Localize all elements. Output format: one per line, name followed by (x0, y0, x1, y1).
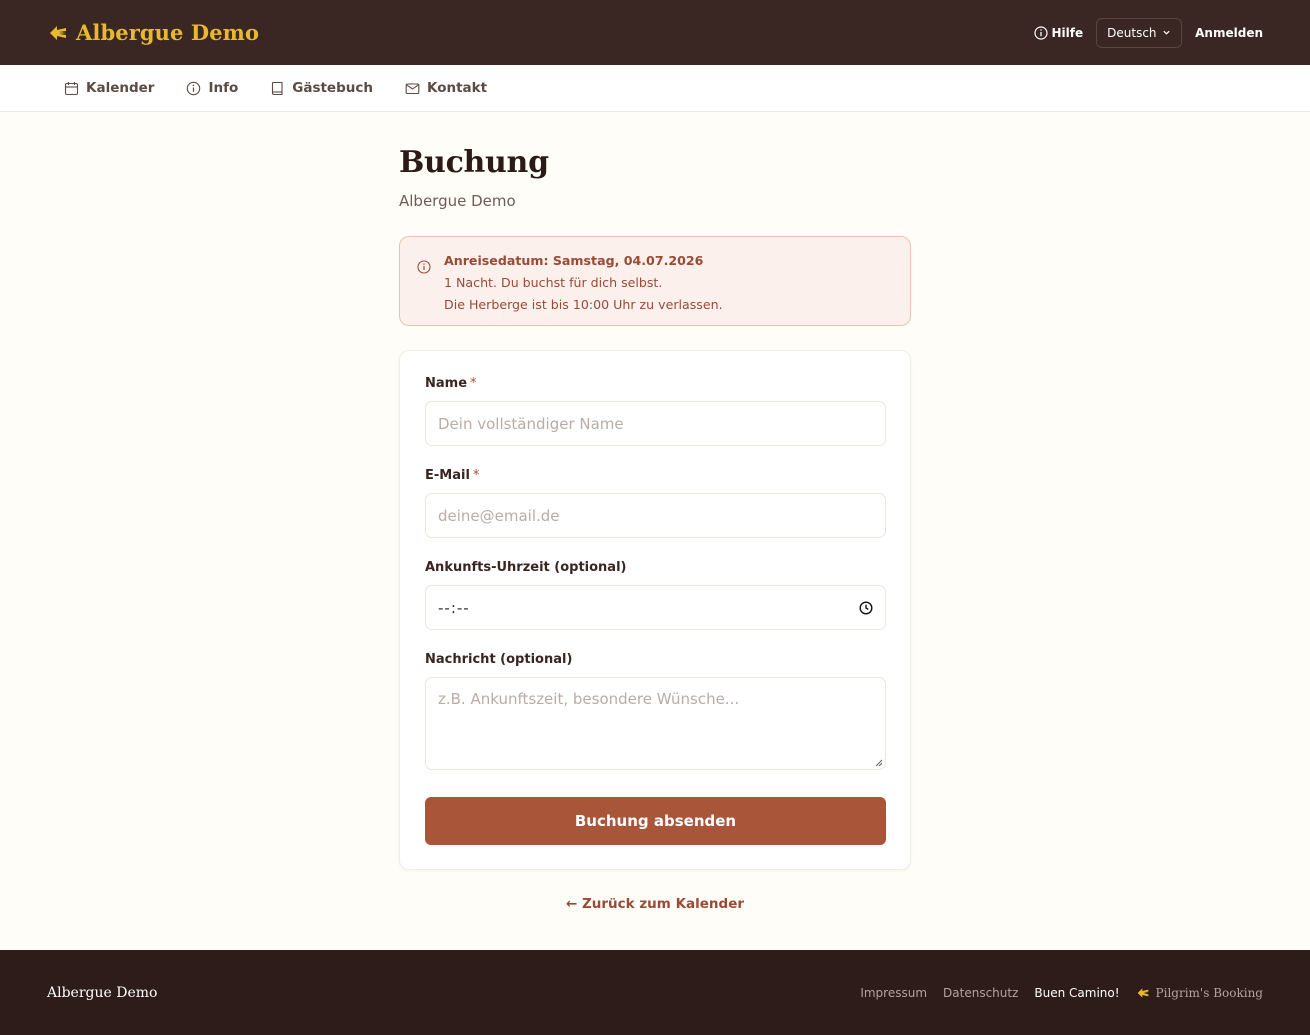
language-select[interactable]: Deutsch (1096, 17, 1183, 48)
help-label: Hilfe (1051, 25, 1084, 40)
name-label: Name * (425, 376, 477, 391)
submit-booking-button[interactable]: Buchung absenden (425, 797, 886, 845)
nav-item-label: Gästebuch (292, 80, 373, 96)
footer: Albergue Demo Impressum Datenschutz Buen… (0, 950, 1310, 1035)
main-nav: Kalender Info Gästebuch Kontakt (0, 65, 1310, 112)
email-input[interactable]: deine@email.de (425, 493, 886, 538)
email-label-text: E-Mail (425, 468, 470, 483)
scallop-shell-icon (50, 25, 66, 40)
info-icon (417, 260, 431, 274)
pilgrims-booking-link[interactable]: Pilgrim's Booking (1136, 986, 1263, 1000)
message-textarea[interactable]: z.B. Ankunftszeit, besondere Wünsche... (425, 677, 886, 770)
clock-icon[interactable] (859, 600, 873, 615)
nav-item-gaestebuch[interactable]: Gästebuch (270, 80, 373, 96)
nav-item-kalender[interactable]: Kalender (64, 80, 154, 96)
message-placeholder: z.B. Ankunftszeit, besondere Wünsche... (438, 690, 740, 708)
nav-item-info[interactable]: Info (186, 80, 238, 96)
email-placeholder: deine@email.de (438, 506, 560, 525)
nav-item-kontakt[interactable]: Kontakt (405, 80, 487, 96)
resize-handle-icon[interactable] (875, 759, 883, 767)
arrival-info-alert: Anreisedatum: Samstag, 04.07.2026 1 Nach… (399, 236, 911, 326)
required-marker: * (470, 376, 477, 391)
brand-name: Albergue Demo (76, 20, 260, 45)
top-header: Albergue Demo Hilfe Deutsch Anmelden (0, 0, 1310, 65)
login-link[interactable]: Anmelden (1195, 26, 1263, 40)
back-to-calendar-link[interactable]: ← Zurück zum Kalender (399, 896, 911, 912)
nav-item-label: Info (208, 80, 239, 96)
mail-icon (405, 82, 420, 94)
arrival-time-label: Ankunfts-Uhrzeit (optional) (425, 560, 627, 575)
required-marker: * (472, 468, 480, 483)
calendar-icon (64, 81, 79, 95)
datenschutz-link[interactable]: Datenschutz (943, 986, 1018, 1000)
message-label: Nachricht (optional) (425, 652, 573, 667)
name-label-text: Name (425, 376, 468, 391)
language-value: Deutsch (1107, 25, 1157, 40)
help-link[interactable]: Hilfe (1033, 25, 1084, 40)
nav-item-label: Kalender (86, 80, 155, 96)
chevron-down-icon (1163, 30, 1170, 35)
arrival-time-input[interactable]: --:-- (425, 585, 886, 630)
booking-form: Name * Dein vollständiger Name E-Mail * de… (399, 350, 911, 870)
nav-item-label: Kontakt (426, 80, 488, 96)
name-input[interactable]: Dein vollständiger Name (425, 401, 886, 446)
info-icon (1033, 25, 1048, 40)
header-actions: Hilfe Deutsch Anmelden (1033, 17, 1263, 48)
page-subtitle: Albergue Demo (399, 192, 516, 210)
pilgrims-booking-label: Pilgrim's Booking (1155, 985, 1263, 1000)
book-icon (272, 81, 283, 95)
page-title: Buchung (399, 145, 549, 180)
time-value: --:-- (438, 598, 470, 617)
impressum-link[interactable]: Impressum (860, 986, 927, 1000)
footer-links: Impressum Datenschutz Buen Camino! Pilgr… (860, 986, 1263, 1000)
info-icon (187, 81, 201, 95)
arrival-date: Anreisedatum: Samstag, 04.07.2026 (444, 253, 704, 268)
scallop-shell-icon (1137, 987, 1148, 998)
brand-link[interactable]: Albergue Demo (48, 20, 259, 45)
name-placeholder: Dein vollständiger Name (438, 414, 624, 433)
night-info: 1 Nacht. Du buchst für dich selbst. (444, 275, 663, 290)
buen-camino-text: Buen Camino! (1034, 985, 1120, 1000)
footer-name: Albergue Demo (47, 984, 158, 1001)
email-label: E-Mail * (425, 468, 479, 483)
checkout-info: Die Herberge ist bis 10:00 Uhr zu verlas… (444, 297, 723, 312)
